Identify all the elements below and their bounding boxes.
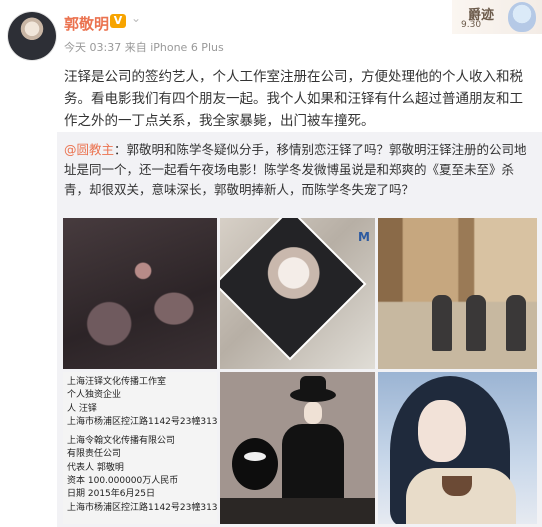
doc-line: 日期 2015年6月25日 — [67, 489, 155, 500]
post-meta: 今天 03:37 来自 iPhone 6 Plus — [64, 41, 224, 54]
person-figure — [466, 295, 486, 351]
table — [220, 498, 375, 524]
mascot-icon — [508, 2, 536, 32]
doc-line: 上海市杨浦区控江路1142号23幢3134- — [67, 502, 217, 513]
plush-eyes — [244, 452, 266, 461]
person-figure — [432, 295, 452, 351]
doc-line: 上海令翰文化传播有限公司 — [67, 436, 176, 447]
image-grid: M 上海汪铎文化传播工作室 个人独资企业 人 汪铎 上海市杨浦区控江路1142号… — [63, 218, 537, 524]
doc-line: 有限责任公司 — [67, 449, 122, 460]
face — [418, 400, 466, 462]
doc-line: 资本 100.000000万人民币 — [67, 476, 179, 487]
doc-line: 人 汪铎 — [67, 403, 97, 414]
doc-line: 上海市杨浦区控江路1142号23幢3134- — [67, 416, 217, 427]
avatar[interactable] — [8, 12, 56, 60]
card-badge-date: 9.30 — [461, 20, 482, 30]
card-badge: 爵迹 9.30 — [452, 0, 542, 34]
repost-card[interactable]: @圆教主：郭敬明和陈学冬疑似分手，移情别恋汪铎了吗？郭敬明汪铎注册的公司地址是同… — [57, 132, 542, 527]
image-portrait[interactable]: M — [220, 218, 375, 369]
repost-text: ：郭敬明和陈学冬疑似分手，移情别恋汪铎了吗？郭敬明汪铎注册的公司地址是同一个，还… — [64, 142, 527, 197]
bowl — [442, 476, 472, 496]
face — [304, 402, 322, 424]
doc-line: 上海汪铎文化传播工作室 — [67, 377, 167, 387]
image-cinema[interactable] — [63, 218, 217, 369]
author-name[interactable]: 郭敬明 — [64, 13, 109, 34]
image-registration-document[interactable]: 上海汪铎文化传播工作室 个人独资企业 人 汪铎 上海市杨浦区控江路1142号23… — [63, 372, 217, 524]
doc-line: 代表人 郭敬明 — [67, 462, 124, 473]
portrait-frame — [220, 218, 364, 358]
person-figure — [506, 295, 526, 351]
chevron-down-icon[interactable]: ⌄ — [131, 11, 141, 25]
repost-author[interactable]: @圆教主 — [64, 142, 114, 157]
repost-text-block: @圆教主：郭敬明和陈学冬疑似分手，移情别恋汪铎了吗？郭敬明汪铎注册的公司地址是同… — [64, 140, 534, 200]
post-header: 郭敬明 V ⌄ 今天 03:37 来自 iPhone 6 Plus 爵迹 9.3… — [0, 0, 542, 62]
document-lines: 上海汪铎文化传播工作室 个人独资企业 人 汪铎 上海市杨浦区控江路1142号23… — [67, 376, 217, 515]
image-costume[interactable] — [378, 372, 537, 524]
image-hallway[interactable] — [378, 218, 537, 369]
verified-icon: V — [110, 14, 126, 28]
doc-line: 个人独资企业 — [67, 390, 122, 401]
image-hat-person[interactable] — [220, 372, 375, 524]
hat-brim — [290, 388, 336, 402]
post-text: 汪铎是公司的签约艺人，个人工作室注册在公司，方便处理他的个人收入和税务。看电影我… — [64, 69, 523, 129]
plush-toy — [232, 438, 278, 490]
photo-logo: M — [358, 230, 370, 244]
